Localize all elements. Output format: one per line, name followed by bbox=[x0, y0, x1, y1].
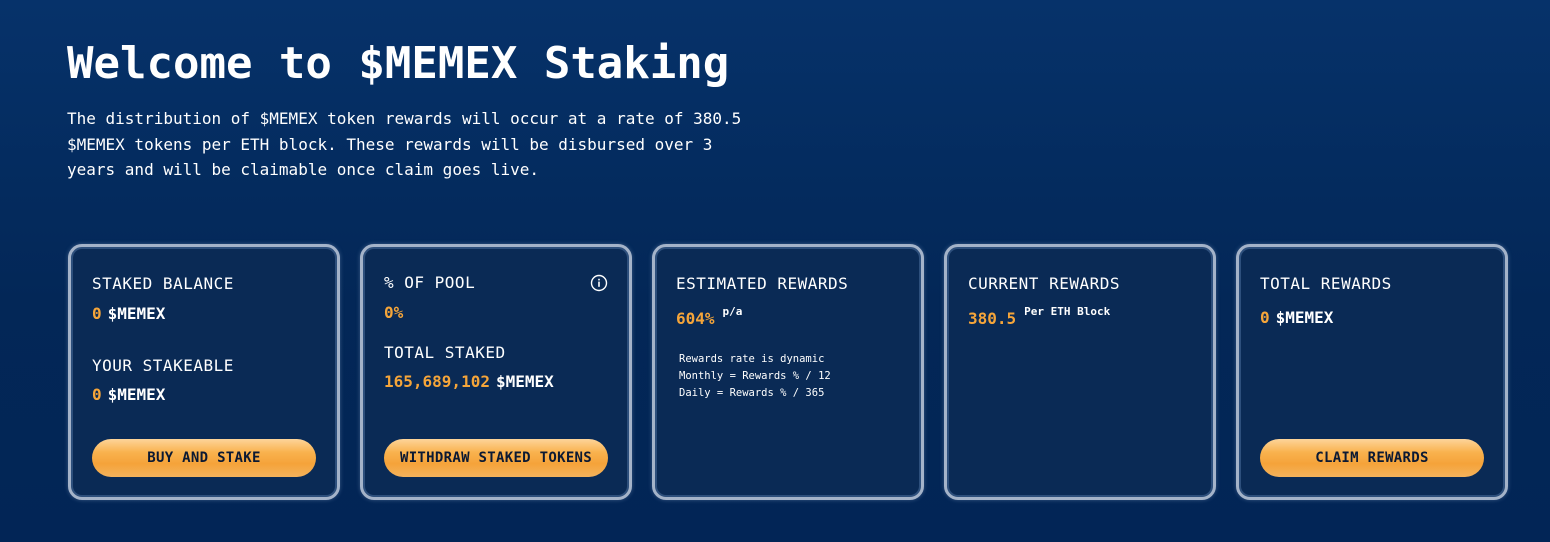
total-rewards-label: TOTAL REWARDS bbox=[1260, 274, 1392, 293]
total-staked-unit: $MEMEX bbox=[495, 372, 554, 391]
rewards-note-line: Daily = Rewards % / 365 bbox=[679, 387, 825, 399]
estimated-rewards-value: 604% bbox=[676, 309, 715, 328]
stakeable-value: 0 bbox=[92, 385, 102, 404]
rewards-note-line: Monthly = Rewards % / 12 bbox=[679, 370, 831, 382]
current-rewards-label: CURRENT REWARDS bbox=[968, 274, 1120, 293]
info-circle-icon[interactable] bbox=[590, 274, 608, 292]
stakeable-value-row: 0 $MEMEX bbox=[92, 385, 165, 404]
current-rewards-card: CURRENT REWARDS 380.5 Per ETH Block bbox=[944, 244, 1216, 500]
staked-balance-unit: $MEMEX bbox=[107, 304, 166, 323]
stakeable-unit: $MEMEX bbox=[107, 385, 166, 404]
staked-balance-label: STAKED BALANCE bbox=[92, 274, 234, 293]
buy-and-stake-button[interactable]: BUY AND STAKE bbox=[92, 439, 316, 477]
stakeable-label: YOUR STAKEABLE bbox=[92, 356, 234, 375]
staked-balance-value-row: 0 $MEMEX bbox=[92, 304, 165, 323]
current-rewards-value-row: 380.5 Per ETH Block bbox=[968, 305, 1110, 328]
current-rewards-value: 380.5 bbox=[968, 309, 1017, 328]
page-title: Welcome to $MEMEX Staking bbox=[67, 38, 730, 89]
pool-percent-label: % OF POOL bbox=[384, 273, 476, 292]
pool-percent-value: 0% bbox=[384, 303, 404, 322]
withdraw-staked-tokens-button[interactable]: WITHDRAW STAKED TOKENS bbox=[384, 439, 608, 477]
estimated-rewards-value-row: 604% p/a bbox=[676, 305, 742, 328]
estimated-rewards-card: ESTIMATED REWARDS 604% p/a Rewards rate i… bbox=[652, 244, 924, 500]
rewards-note-line: Rewards rate is dynamic bbox=[679, 353, 825, 365]
staked-balance-card: STAKED BALANCE 0 $MEMEX YOUR STAKEABLE 0 $… bbox=[68, 244, 340, 500]
estimated-rewards-label: ESTIMATED REWARDS bbox=[676, 274, 849, 293]
total-rewards-value: 0 bbox=[1260, 308, 1270, 327]
intro-text: The distribution of $MEMEX token rewards… bbox=[67, 109, 742, 179]
claim-rewards-button[interactable]: CLAIM REWARDS bbox=[1260, 439, 1484, 477]
total-rewards-unit: $MEMEX bbox=[1275, 308, 1334, 327]
total-staked-value: 165,689,102 bbox=[384, 372, 490, 391]
total-rewards-card: TOTAL REWARDS 0 $MEMEX CLAIM REWARDS bbox=[1236, 244, 1508, 500]
total-staked-label: TOTAL STAKED bbox=[384, 343, 506, 362]
pool-card: % OF POOL 0% TOTAL STAKED 165,689,102 $ME… bbox=[360, 244, 632, 500]
staked-balance-value: 0 bbox=[92, 304, 102, 323]
total-rewards-value-row: 0 $MEMEX bbox=[1260, 308, 1333, 327]
current-rewards-suffix: Per ETH Block bbox=[1024, 305, 1111, 318]
estimated-rewards-suffix: p/a bbox=[722, 305, 743, 318]
rewards-rate-note: Rewards rate is dynamic Monthly = Reward… bbox=[679, 351, 831, 402]
total-staked-value-row: 165,689,102 $MEMEX bbox=[384, 372, 554, 391]
pool-percent-value-row: 0% bbox=[384, 303, 403, 322]
